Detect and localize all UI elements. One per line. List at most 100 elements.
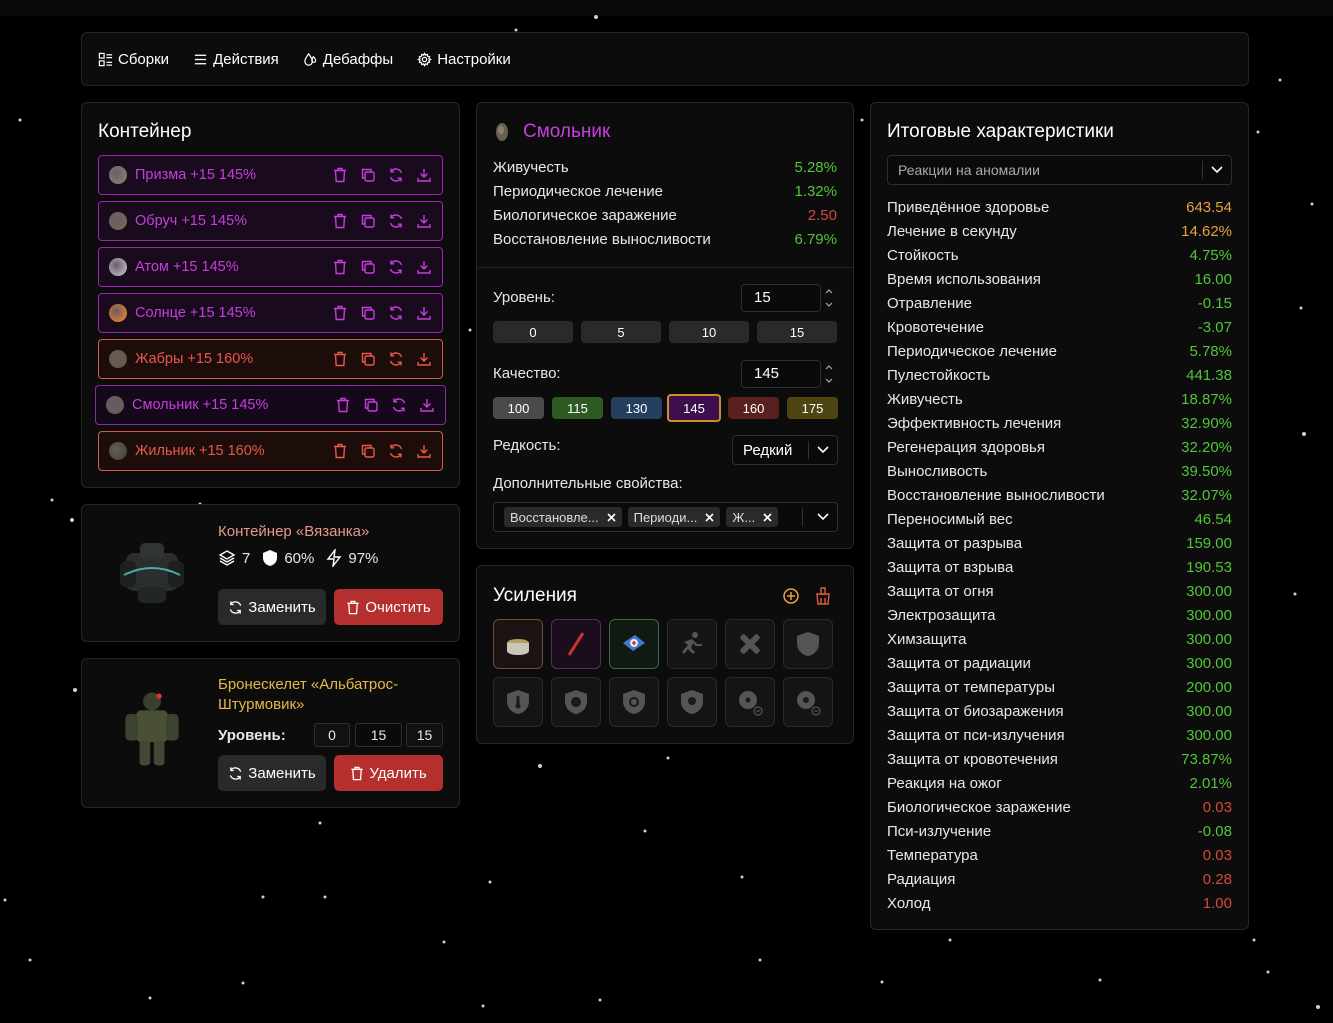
artifact-row[interactable]: Солнце +15 145% [98, 293, 443, 333]
copy-icon[interactable] [360, 443, 376, 459]
trash-icon[interactable] [335, 397, 351, 413]
rarity-select[interactable]: Редкий [732, 435, 838, 465]
nav-builds[interactable]: Сборки [98, 51, 169, 68]
level-preset-button[interactable]: 10 [669, 321, 749, 343]
boost-slot-medkit[interactable] [609, 619, 659, 669]
total-stat-value: 300.00 [1186, 702, 1232, 720]
quality-preset-button[interactable]: 130 [611, 397, 662, 419]
artifact-row[interactable]: Жильник +15 160% [98, 431, 443, 471]
copy-icon[interactable] [360, 351, 376, 367]
artifact-stat-row: Восстановление выносливости 6.79% [493, 227, 837, 251]
container-clear-button[interactable]: Очистить [334, 589, 443, 625]
nav-debuffs[interactable]: Дебаффы [303, 51, 393, 68]
artifact-row-actions [332, 351, 432, 367]
artifact-row[interactable]: Обруч +15 145% [98, 201, 443, 241]
trash-icon[interactable] [332, 305, 348, 321]
artifact-stat-row: Биологическое заражение 2.50 [493, 203, 837, 227]
artifact-row[interactable]: Призма +15 145% [98, 155, 443, 195]
artifact-row[interactable]: Смольник +15 145% [95, 385, 446, 425]
boost-slot-psi-removal[interactable] [783, 677, 833, 727]
download-icon[interactable] [416, 351, 432, 367]
quality-stepper[interactable] [823, 361, 835, 387]
refresh-icon[interactable] [388, 305, 404, 321]
boost-slot-psi[interactable] [667, 677, 717, 727]
boost-slot-bandage[interactable] [725, 619, 775, 669]
download-icon[interactable] [416, 305, 432, 321]
quality-preset-button[interactable]: 100 [493, 397, 544, 419]
container-stats: 7 60% 97% [218, 549, 378, 567]
boost-slot-radiation[interactable] [551, 677, 601, 727]
container-replace-button[interactable]: Заменить [218, 589, 326, 625]
copy-icon[interactable] [360, 259, 376, 275]
quality-preset-button[interactable]: 115 [552, 397, 603, 419]
artifact-row-actions [332, 259, 432, 275]
armor-replace-button[interactable]: Заменить [218, 755, 326, 791]
copy-icon[interactable] [360, 167, 376, 183]
trash-icon[interactable] [332, 167, 348, 183]
totals-filter-select[interactable]: Реакции на аномалии [887, 155, 1232, 185]
copy-icon[interactable] [363, 397, 379, 413]
quality-preset-button[interactable]: 160 [728, 397, 779, 419]
artifact-row-actions [332, 167, 432, 183]
level-stepper[interactable] [823, 285, 835, 311]
close-icon[interactable] [705, 512, 714, 522]
copy-icon[interactable] [360, 213, 376, 229]
download-icon[interactable] [419, 397, 435, 413]
total-stat-label: Отравление [887, 294, 972, 312]
boost-slot-stamina[interactable] [667, 619, 717, 669]
trash-icon[interactable] [332, 443, 348, 459]
boost-slot-food[interactable] [493, 619, 543, 669]
armor-level-min[interactable]: 0 [314, 723, 350, 747]
artifact-row-label: Призма +15 145% [135, 167, 257, 183]
boost-slot-injector[interactable] [551, 619, 601, 669]
refresh-icon[interactable] [388, 259, 404, 275]
level-input[interactable]: 15 [741, 284, 821, 312]
level-preset-button[interactable]: 0 [493, 321, 573, 343]
armor-level-input[interactable]: 15 [355, 723, 402, 747]
total-stat-label: Лечение в секунду [887, 222, 1017, 240]
totals-filter-value: Реакции на аномалии [898, 162, 1040, 178]
level-preset-button[interactable]: 15 [757, 321, 837, 343]
total-stat-row: Восстановление выносливости 32.07% [887, 483, 1232, 507]
trash-icon[interactable] [332, 351, 348, 367]
download-icon[interactable] [416, 259, 432, 275]
download-icon[interactable] [416, 167, 432, 183]
trash-icon[interactable] [332, 259, 348, 275]
quality-preset-button[interactable]: 145 [667, 394, 721, 422]
level-preset-button[interactable]: 5 [581, 321, 661, 343]
refresh-icon[interactable] [388, 213, 404, 229]
boost-slot-radiation-removal[interactable] [725, 677, 775, 727]
armor-card: Бронескелет «Альбатрос- Штурмовик» Урове… [81, 658, 460, 808]
psi-shield-icon [681, 690, 703, 714]
extra-props-select[interactable]: Восстановле... Периоди... Ж... [493, 502, 838, 532]
total-stat-value: 4.75% [1189, 246, 1232, 264]
boost-slot-bio[interactable] [609, 677, 659, 727]
armor-level-max[interactable]: 15 [406, 723, 443, 747]
artifact-row[interactable]: Жабры +15 160% [98, 339, 443, 379]
refresh-icon[interactable] [388, 443, 404, 459]
clear-boosts-icon[interactable] [815, 587, 831, 605]
biohazard-shield-icon [623, 690, 645, 714]
boost-slot-thermal[interactable] [493, 677, 543, 727]
refresh-icon[interactable] [388, 167, 404, 183]
nav-settings[interactable]: Настройки [417, 51, 511, 68]
total-stat-row: Защита от кровотечения 73.87% [887, 747, 1232, 771]
total-stat-label: Восстановление выносливости [887, 486, 1105, 504]
armor-delete-button[interactable]: Удалить [334, 755, 443, 791]
refresh-icon[interactable] [391, 397, 407, 413]
close-icon[interactable] [763, 512, 772, 522]
trash-icon[interactable] [332, 213, 348, 229]
nav-actions[interactable]: Действия [193, 51, 279, 68]
quality-input[interactable]: 145 [741, 360, 821, 388]
copy-icon[interactable] [360, 305, 376, 321]
download-icon[interactable] [416, 443, 432, 459]
close-icon[interactable] [607, 512, 616, 522]
refresh-icon[interactable] [388, 351, 404, 367]
artifact-row[interactable]: Атом +15 145% [98, 247, 443, 287]
boost-slot-armor[interactable] [783, 619, 833, 669]
artifact-thumb-icon [109, 258, 127, 276]
add-boost-icon[interactable] [782, 587, 800, 605]
download-icon[interactable] [416, 213, 432, 229]
total-stat-value: 200.00 [1186, 678, 1232, 696]
quality-preset-button[interactable]: 175 [787, 397, 838, 419]
